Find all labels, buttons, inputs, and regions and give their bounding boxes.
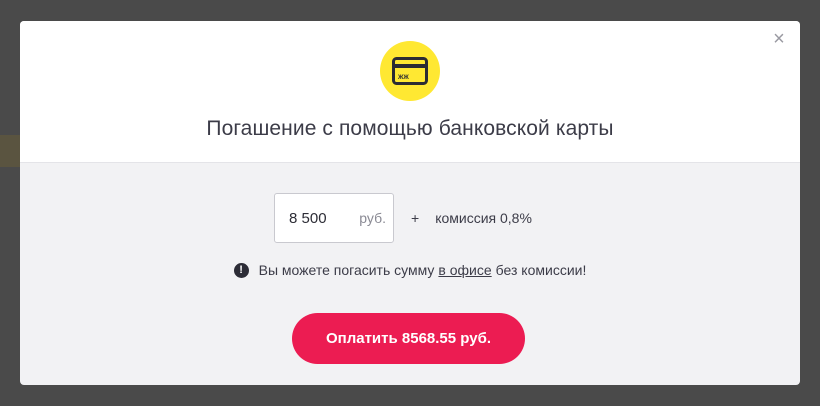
pay-button[interactable]: Оплатить 8568.55 руб.: [292, 313, 525, 364]
modal-header: × ЖЖ Погашение с помощью банковской карт…: [20, 21, 800, 163]
office-note: ! Вы можете погасить сумму в офисе без к…: [20, 262, 800, 278]
card-badge: ЖЖ: [380, 41, 440, 101]
info-icon: !: [233, 262, 249, 278]
amount-input[interactable]: [289, 209, 349, 227]
backdrop-highlight: [0, 135, 20, 167]
payment-modal: × ЖЖ Погашение с помощью банковской карт…: [20, 21, 800, 385]
close-button[interactable]: ×: [770, 28, 788, 50]
currency-label: руб.: [359, 210, 386, 226]
note-text-after: без комиссии!: [495, 262, 587, 278]
close-icon: ×: [773, 28, 785, 50]
office-link[interactable]: в офисе: [438, 262, 491, 278]
commission-text: комиссия 0,8%: [435, 210, 532, 226]
card-icon-text: ЖЖ: [397, 75, 409, 81]
note-text-before: Вы можете погасить сумму: [258, 262, 435, 278]
plus-sign: +: [411, 210, 420, 226]
amount-row: руб. + комиссия 0,8%: [274, 192, 532, 244]
bank-card-icon: ЖЖ: [392, 57, 428, 85]
modal-title: Погашение с помощью банковской карты: [206, 117, 614, 140]
amount-field[interactable]: руб.: [274, 193, 394, 243]
